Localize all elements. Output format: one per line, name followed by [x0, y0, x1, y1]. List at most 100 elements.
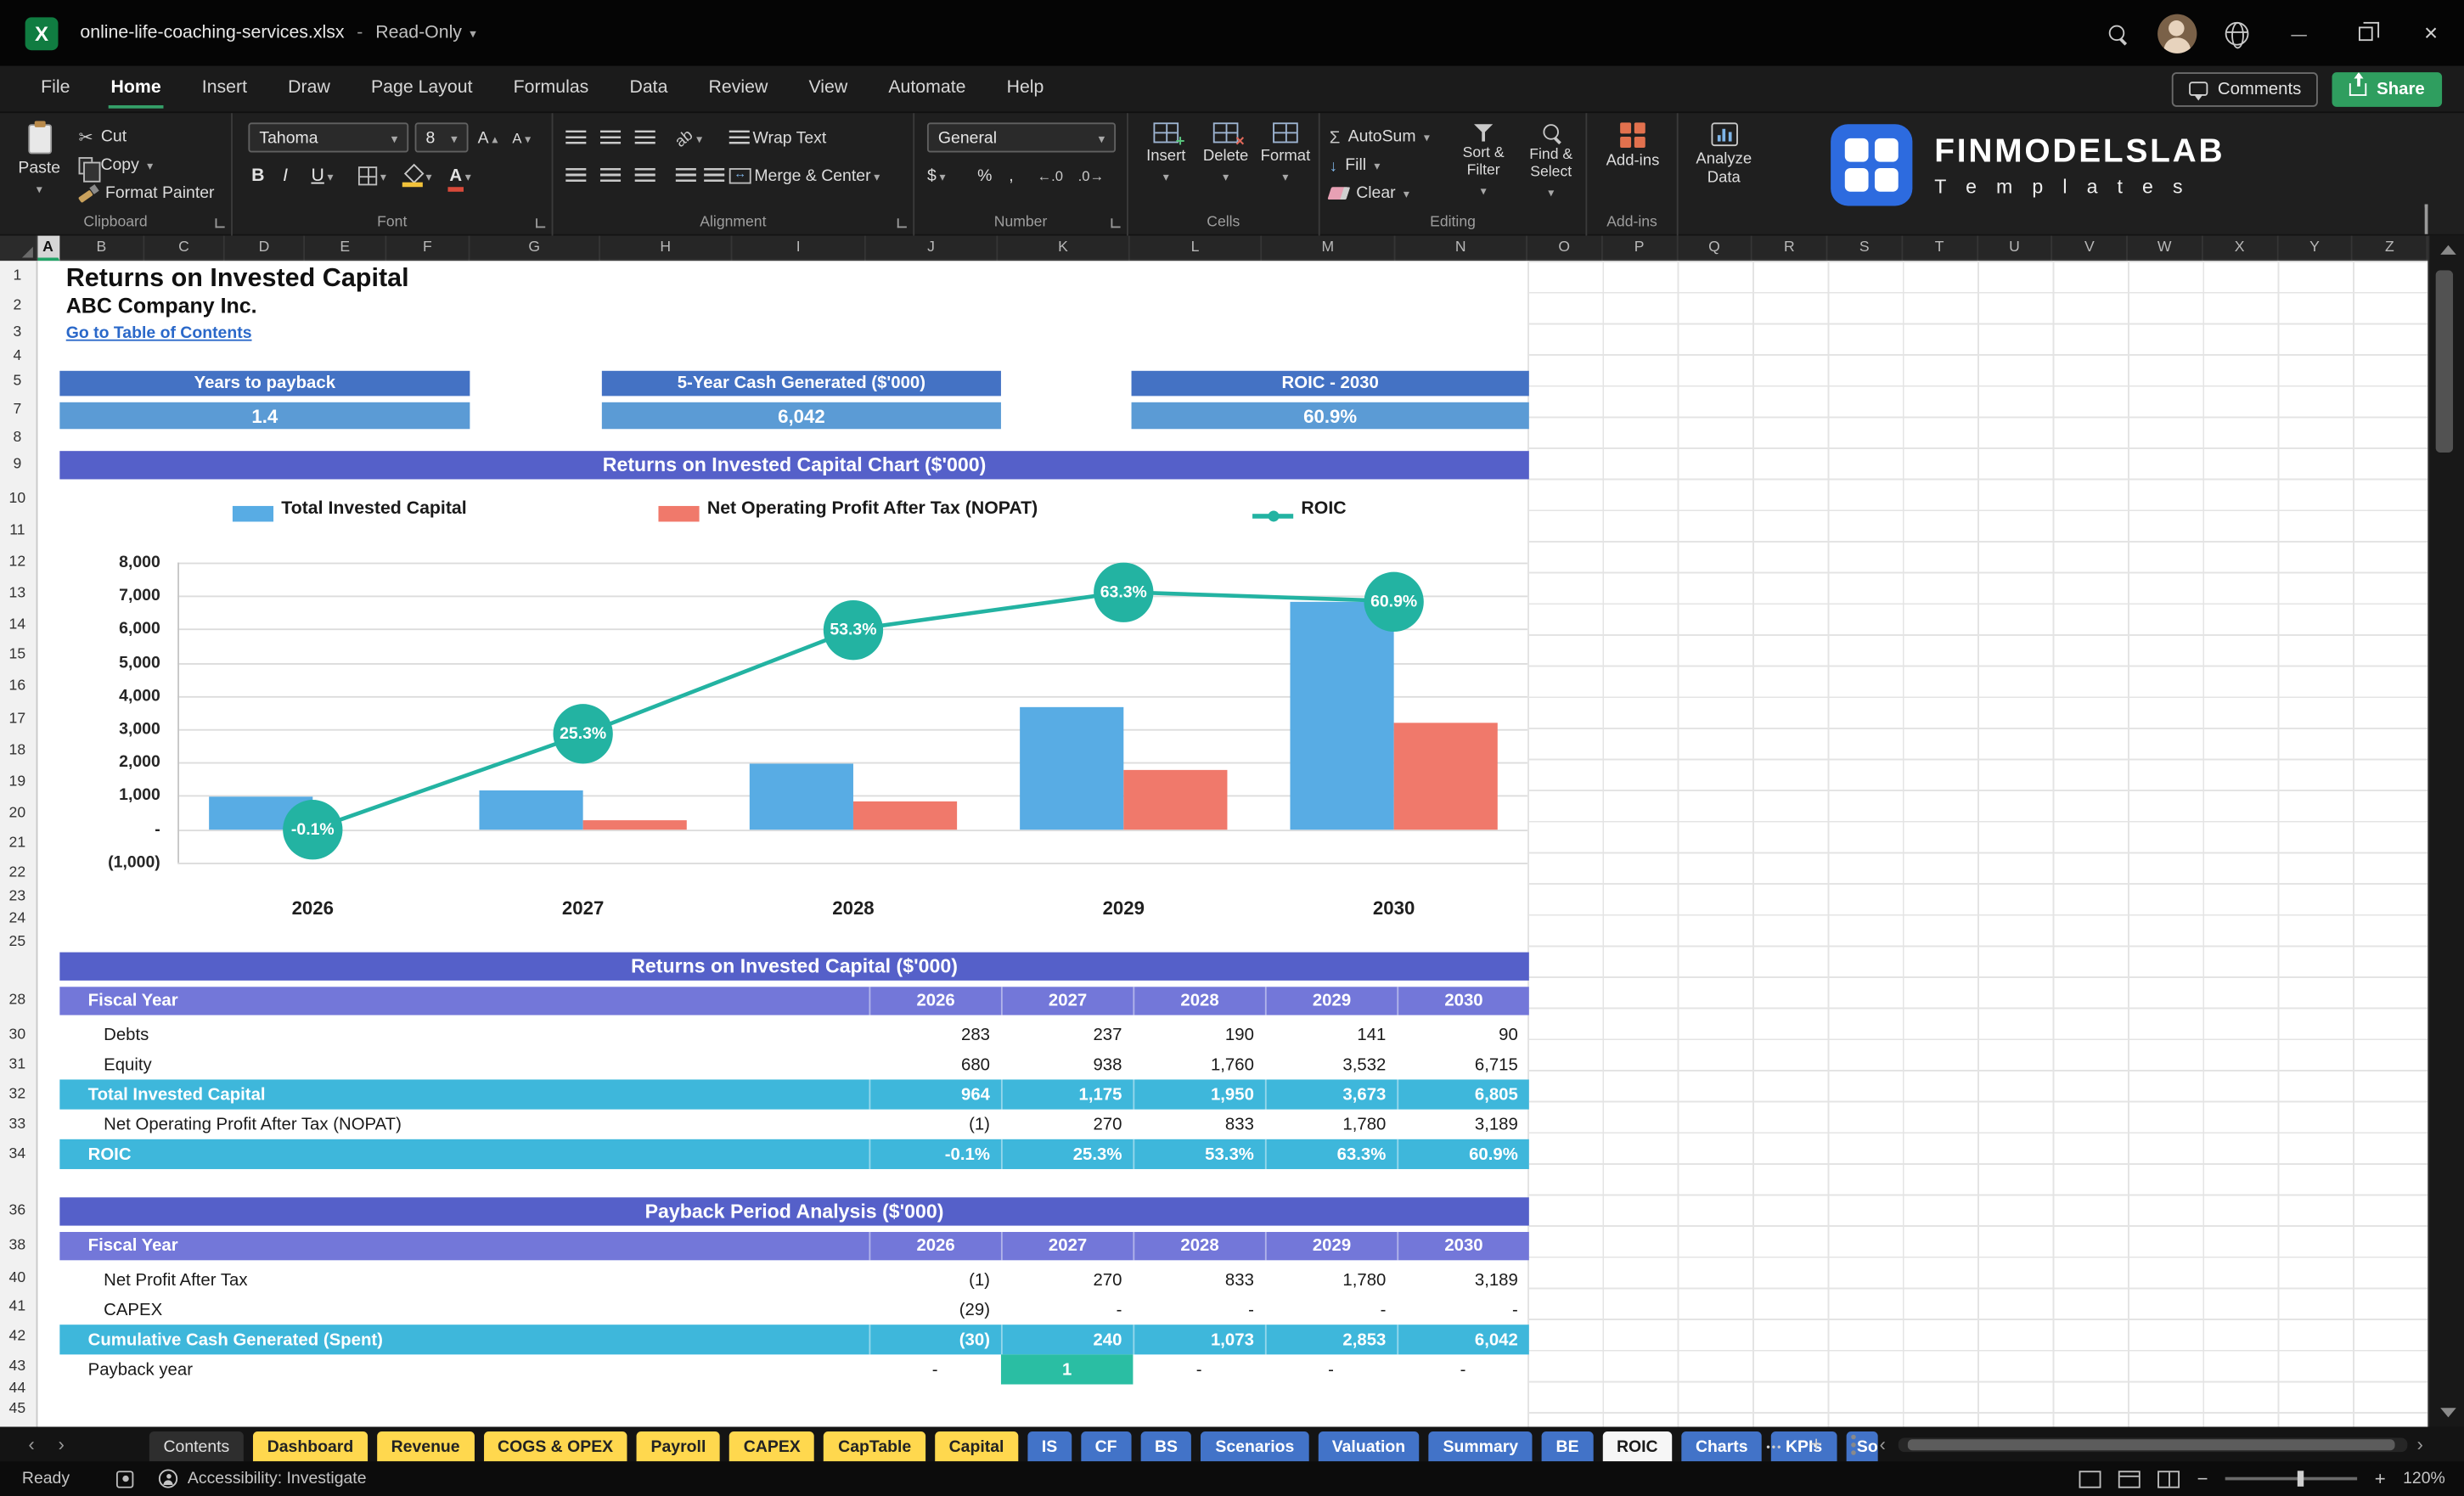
row-header-18[interactable]: 18 [0, 742, 35, 761]
column-header-g[interactable]: G [470, 236, 600, 262]
format-painter-button[interactable]: Format Painter [79, 181, 215, 206]
row-header-19[interactable]: 19 [0, 773, 35, 792]
sheet-tab-payroll[interactable]: Payroll [637, 1431, 720, 1461]
zoom-level[interactable]: 120% [2403, 1469, 2445, 1488]
hscroll-right-icon[interactable]: › [2416, 1435, 2422, 1454]
column-header-s[interactable]: S [1827, 236, 1902, 262]
row-header-12[interactable]: 12 [0, 553, 35, 571]
row-header-13[interactable]: 13 [0, 584, 35, 603]
row-header-17[interactable]: 17 [0, 711, 35, 729]
find-select-button[interactable]: Find & Select▾ [1518, 122, 1584, 200]
menu-tab-help[interactable]: Help [987, 66, 1062, 112]
column-header-j[interactable]: J [866, 236, 998, 262]
shrink-font-button[interactable]: A▾ [512, 124, 531, 152]
tab-splitter-handle[interactable] [1851, 1426, 1856, 1461]
number-dialog-launcher[interactable] [1111, 218, 1120, 228]
fill-button[interactable]: Fill▾ [1330, 153, 1430, 178]
font-size-select[interactable]: 8 [415, 122, 469, 152]
bottom-align-button[interactable] [635, 124, 655, 152]
column-header-a[interactable]: A [37, 236, 59, 262]
row-header-16[interactable]: 16 [0, 678, 35, 696]
column-header-c[interactable]: C [144, 236, 224, 262]
cut-button[interactable]: Cut [79, 124, 215, 149]
column-header-n[interactable]: N [1395, 236, 1527, 262]
toc-link[interactable]: Go to Table of Contents [66, 323, 252, 342]
align-center-button[interactable] [600, 162, 621, 190]
column-header-v[interactable]: V [2053, 236, 2128, 262]
wrap-text-button[interactable]: Wrap Text [729, 124, 827, 152]
sheet-tab-contents[interactable]: Contents [149, 1431, 244, 1461]
scroll-down-icon[interactable] [2440, 1408, 2456, 1417]
column-header-h[interactable]: H [600, 236, 732, 262]
network-button[interactable] [2206, 0, 2265, 66]
normal-view-button[interactable] [2079, 1470, 2101, 1487]
row-header-25[interactable]: 25 [0, 933, 35, 952]
menu-tab-draw[interactable]: Draw [269, 66, 349, 112]
row-header-21[interactable]: 21 [0, 835, 35, 853]
increase-indent-button[interactable] [704, 162, 724, 190]
row-header-38[interactable]: 38 [0, 1237, 35, 1256]
align-right-button[interactable] [635, 162, 655, 190]
accounting-format-button[interactable]: $▾ [927, 162, 945, 190]
row-header-32[interactable]: 32 [0, 1086, 35, 1105]
row-header-28[interactable]: 28 [0, 992, 35, 1010]
select-all-corner[interactable] [0, 236, 37, 262]
font-dialog-launcher[interactable] [536, 218, 545, 228]
column-header-i[interactable]: I [732, 236, 865, 262]
row-header-1[interactable]: 1 [0, 267, 35, 286]
menu-tab-home[interactable]: Home [92, 66, 180, 112]
column-header-d[interactable]: D [225, 236, 305, 262]
clipboard-dialog-launcher[interactable] [216, 218, 225, 228]
row-header-15[interactable]: 15 [0, 646, 35, 665]
font-name-select[interactable]: Tahoma [248, 122, 408, 152]
grow-font-button[interactable]: A▴ [478, 124, 498, 152]
page-layout-view-button[interactable] [2118, 1470, 2141, 1487]
clear-button[interactable]: Clear▾ [1330, 181, 1430, 206]
column-header-b[interactable]: B [59, 236, 144, 262]
more-sheets-button[interactable] [1766, 1426, 1782, 1461]
row-header-42[interactable]: 42 [0, 1328, 35, 1347]
account-button[interactable] [2146, 0, 2206, 66]
row-header-14[interactable]: 14 [0, 616, 35, 634]
row-header-30[interactable]: 30 [0, 1026, 35, 1045]
menu-tab-view[interactable]: View [790, 66, 866, 112]
sheet-tab-scenarios[interactable]: Scenarios [1201, 1431, 1308, 1461]
sheet-tab-captable[interactable]: CapTable [824, 1431, 925, 1461]
prev-sheet-icon[interactable]: ‹ [28, 1433, 34, 1455]
row-header-31[interactable]: 31 [0, 1056, 35, 1075]
column-header-e[interactable]: E [305, 236, 386, 262]
row-header-2[interactable]: 2 [0, 297, 35, 316]
row-header-23[interactable]: 23 [0, 888, 35, 907]
borders-button[interactable]: ▾ [358, 162, 386, 190]
zoom-slider[interactable] [2225, 1477, 2357, 1481]
row-header-4[interactable]: 4 [0, 347, 35, 366]
column-header-f[interactable]: F [386, 236, 470, 262]
fill-color-button[interactable]: ▾ [402, 162, 432, 190]
insert-cells-button[interactable]: Insert▾ [1138, 122, 1195, 183]
alignment-dialog-launcher[interactable] [897, 218, 907, 228]
align-left-button[interactable] [565, 162, 586, 190]
row-header-5[interactable]: 5 [0, 373, 35, 391]
row-header-11[interactable]: 11 [0, 521, 35, 540]
row-header-36[interactable]: 36 [0, 1202, 35, 1221]
top-align-button[interactable] [565, 124, 586, 152]
row-header-20[interactable]: 20 [0, 805, 35, 824]
scroll-up-icon[interactable] [2440, 245, 2456, 255]
sheet-tab-is[interactable]: IS [1027, 1431, 1072, 1461]
menu-tab-insert[interactable]: Insert [183, 66, 267, 112]
sheet-tab-be[interactable]: BE [1542, 1431, 1593, 1461]
row-header-10[interactable]: 10 [0, 490, 35, 509]
row-header-44[interactable]: 44 [0, 1380, 35, 1398]
row-header-40[interactable]: 40 [0, 1269, 35, 1288]
column-header-m[interactable]: M [1262, 236, 1395, 262]
restore-button[interactable] [2332, 0, 2399, 66]
comma-style-button[interactable]: , [1009, 162, 1013, 190]
autosum-button[interactable]: AutoSum▾ [1330, 124, 1430, 149]
row-header-7[interactable]: 7 [0, 401, 35, 419]
read-only-badge[interactable]: Read-Only [375, 24, 475, 42]
menu-tab-automate[interactable]: Automate [869, 66, 985, 112]
menu-tab-page-layout[interactable]: Page Layout [352, 66, 492, 112]
comments-button[interactable]: Comments [2172, 71, 2318, 106]
search-button[interactable] [2087, 0, 2146, 66]
sheet-tab-capital[interactable]: Capital [935, 1431, 1018, 1461]
